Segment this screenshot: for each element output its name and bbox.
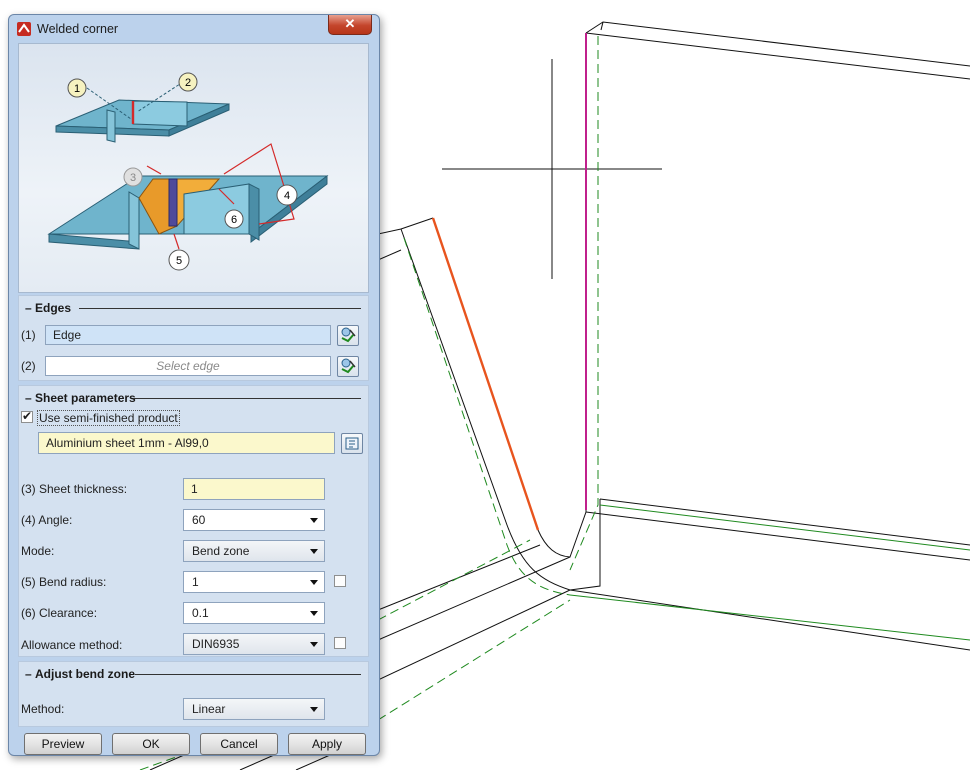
angle-value: 60 xyxy=(192,513,206,527)
angle-label: (4) Angle: xyxy=(21,513,73,527)
thickness-label: (3) Sheet thickness: xyxy=(21,482,128,496)
edges-group: – Edges (1) Edge (2) Select edge xyxy=(18,295,369,381)
sheet-parameters-group: – Sheet parameters Use semi-finished pro… xyxy=(18,385,369,657)
plate-edge-lower xyxy=(569,589,970,651)
adjust-bend-zone-group: – Adjust bend zone Method: Linear xyxy=(18,661,369,727)
edge-2-field[interactable]: Select edge xyxy=(45,356,331,376)
bend-radius-value: 1 xyxy=(192,575,199,589)
edge-2-pick-button[interactable] xyxy=(337,356,359,377)
cancel-button[interactable]: Cancel xyxy=(200,733,278,755)
semi-finished-label[interactable]: Use semi-finished product xyxy=(37,410,180,426)
edges-title: Edges xyxy=(35,301,72,315)
adjust-header: – Adjust bend zone xyxy=(25,667,361,681)
mode-value: Bend zone xyxy=(192,544,250,558)
left-lower-b xyxy=(377,249,402,261)
callout-1-label: 1 xyxy=(74,83,80,95)
sheet-header: – Sheet parameters xyxy=(25,391,361,405)
allowance-checkbox[interactable] xyxy=(334,637,346,649)
welded-corner-dialog: Welded corner ✕ 1 2 3 4 5 6 – Edges (1) … xyxy=(8,14,380,756)
catalog-icon xyxy=(345,437,359,450)
plate-edge-top xyxy=(585,21,970,67)
clearance-combo[interactable]: 0.1 xyxy=(183,602,325,624)
guide-dash-2 xyxy=(403,237,571,596)
edge-1-label: (1) xyxy=(21,328,36,342)
chevron-down-icon xyxy=(310,611,318,616)
callout-3-label: 3 xyxy=(130,172,136,184)
clearance-value: 0.1 xyxy=(192,606,209,620)
mode-select[interactable]: Bend zone xyxy=(183,540,325,562)
welded-corner-illustration: 1 2 3 4 5 6 xyxy=(18,43,369,293)
angle-combo[interactable]: 60 xyxy=(183,509,325,531)
callout-4-label: 4 xyxy=(284,190,290,202)
product-field[interactable]: Aluminium sheet 1mm - Al99,0 xyxy=(38,432,335,454)
guide-solid-1 xyxy=(599,504,970,551)
edge-2-label: (2) xyxy=(21,359,36,373)
adjust-title: Adjust bend zone xyxy=(35,667,135,681)
pick-edge-icon xyxy=(341,327,356,343)
chevron-down-icon xyxy=(310,549,318,554)
guide-dash-3 xyxy=(377,539,531,621)
clearance-label: (6) Clearance: xyxy=(21,606,98,620)
plate-edge-top-inner xyxy=(585,32,970,80)
chevron-down-icon xyxy=(310,518,318,523)
mode-label: Mode: xyxy=(21,544,55,558)
plate-edge-bottom-2 xyxy=(599,498,970,546)
semi-finished-checkbox[interactable] xyxy=(21,409,33,423)
callout-2-label: 2 xyxy=(185,77,191,89)
ok-button[interactable]: OK xyxy=(112,733,190,755)
chevron-down-icon xyxy=(310,580,318,585)
chevron-down-icon xyxy=(310,707,318,712)
edges-header: – Edges xyxy=(25,301,361,315)
guide-dash-4 xyxy=(377,599,571,721)
allowance-select[interactable]: DIN6935 xyxy=(183,633,325,655)
edge-1-field[interactable]: Edge xyxy=(45,325,331,345)
pick-edge-icon xyxy=(341,358,356,374)
apply-button[interactable]: Apply xyxy=(288,733,366,755)
plate-edge-bottom xyxy=(585,511,970,561)
bend-curve xyxy=(537,40,587,558)
close-button[interactable]: ✕ xyxy=(328,15,372,35)
product-catalog-button[interactable] xyxy=(341,433,363,454)
bend-radius-label: (5) Bend radius: xyxy=(21,575,107,589)
app-icon xyxy=(17,22,31,36)
dialog-client: 1 2 3 4 5 6 – Edges (1) Edge (2) Select … xyxy=(18,43,369,755)
collapse-toggle[interactable]: – xyxy=(25,301,32,315)
bend-radius-checkbox[interactable] xyxy=(334,575,346,587)
left-lower-a xyxy=(377,228,402,235)
close-icon: ✕ xyxy=(344,16,356,31)
collapse-toggle[interactable]: – xyxy=(25,391,32,405)
callout-5-label: 5 xyxy=(176,255,182,267)
thickness-field[interactable]: 1 xyxy=(183,478,325,500)
edge-1-pick-button[interactable] xyxy=(337,325,359,346)
highlighted-edge xyxy=(431,217,540,531)
allowance-value: DIN6935 xyxy=(192,637,240,651)
bend-radius-combo[interactable]: 1 xyxy=(183,571,325,593)
allowance-label: Allowance method: xyxy=(21,638,123,652)
method-label: Method: xyxy=(21,702,65,716)
chevron-down-icon xyxy=(310,642,318,647)
left-plate-top xyxy=(400,217,434,230)
guide-solid-2 xyxy=(569,594,970,641)
left-lower-h xyxy=(295,754,331,770)
dialog-title: Welded corner xyxy=(37,22,119,36)
preview-button[interactable]: Preview xyxy=(24,733,102,755)
method-value: Linear xyxy=(192,702,226,716)
collapse-toggle[interactable]: – xyxy=(25,667,32,681)
callout-6-label: 6 xyxy=(231,214,237,226)
sheet-title: Sheet parameters xyxy=(35,391,136,405)
title-bar[interactable]: Welded corner ✕ xyxy=(9,15,379,43)
method-select[interactable]: Linear xyxy=(183,698,325,720)
guide-dash-1 xyxy=(569,36,599,571)
left-lower-e xyxy=(377,589,571,681)
upper-part-diagram xyxy=(55,99,230,143)
left-plate-outer xyxy=(400,228,571,591)
